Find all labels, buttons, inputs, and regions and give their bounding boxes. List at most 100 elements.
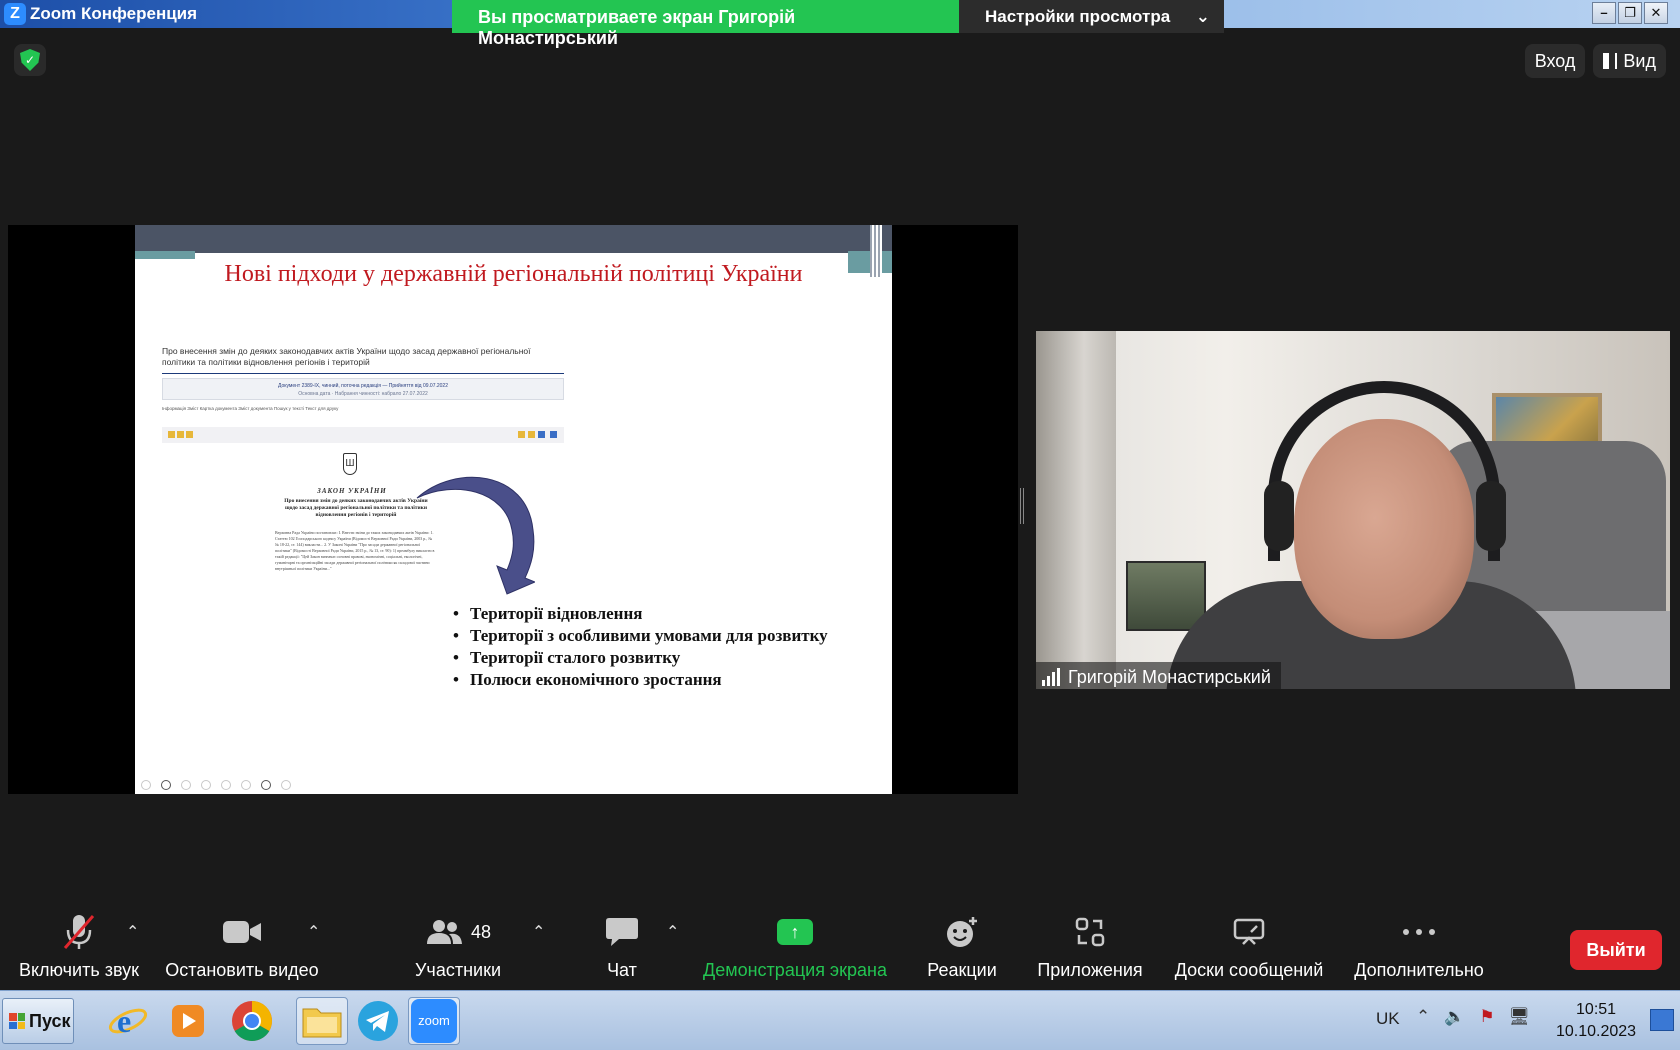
volume-muted-icon[interactable]: 🔈: [1444, 1007, 1465, 1027]
start-button[interactable]: Пуск: [2, 998, 74, 1044]
show-desktop-button[interactable]: [1650, 1009, 1674, 1031]
participants-count: 48: [470, 921, 492, 942]
chrome-icon[interactable]: [226, 997, 278, 1045]
zoom-app-icon: Z: [4, 3, 26, 25]
unmute-button[interactable]: Включить звук: [14, 912, 144, 981]
video-earcup-left: [1264, 481, 1294, 551]
panel-resize-handle[interactable]: [1020, 488, 1024, 524]
law-body-text: Верховна Рада України постановляє: І. Вн…: [275, 530, 435, 571]
windows-taskbar: Пуск e zoom UK ⌃ 🔈 ⚑ 🖥 10:51 10.10.2023: [0, 990, 1680, 1050]
participant-name-tag: Григорій Монастирський: [1036, 662, 1281, 689]
language-indicator[interactable]: UK: [1376, 1009, 1400, 1029]
system-tray: ⌃ 🔈 ⚑ 🖥: [1416, 1007, 1530, 1027]
more-button[interactable]: Дополнительно: [1350, 912, 1488, 981]
more-dots-icon: [1350, 912, 1488, 952]
participants-label: Участники: [415, 960, 501, 980]
video-options-caret-icon[interactable]: ⌃: [307, 922, 320, 942]
slide-bullet-list: Території відновлення Території з особли…: [453, 603, 843, 691]
share-screen-button[interactable]: ↑ Демонстрация экрана: [700, 912, 890, 981]
video-camera-icon: [162, 912, 322, 952]
leave-meeting-button[interactable]: Выйти: [1570, 930, 1662, 970]
prev-slide-icon[interactable]: [141, 780, 151, 790]
stop-video-button[interactable]: Остановить видео: [162, 912, 322, 981]
apps-icon: [1034, 912, 1146, 952]
telegram-icon[interactable]: [352, 997, 404, 1045]
stop-video-label: Остановить видео: [165, 960, 319, 980]
reactions-button[interactable]: Реакции: [924, 912, 1000, 981]
audio-options-caret-icon[interactable]: ⌃: [126, 922, 139, 942]
action-center-flag-icon[interactable]: ⚑: [1479, 1007, 1494, 1027]
document-info-box: Документ 2389-IX, чинний, поточна редакц…: [162, 378, 564, 400]
bullet-item: Території відновлення: [453, 603, 843, 625]
curved-arrow-icon: [416, 476, 535, 595]
windows-logo-icon: [9, 1013, 25, 1029]
video-earcup-right: [1476, 481, 1506, 551]
doc-tool-icon: [186, 431, 193, 438]
shield-check-icon: ✓: [20, 49, 40, 71]
chat-options-caret-icon[interactable]: ⌃: [666, 922, 679, 942]
subtitles-icon[interactable]: [241, 780, 251, 790]
share-screen-arrow-icon: ↑: [777, 919, 813, 945]
participant-video: [1036, 331, 1670, 689]
participants-button[interactable]: 48 Участники: [410, 912, 506, 981]
view-settings-dropdown[interactable]: Настройки просмотра ⌄: [959, 0, 1224, 33]
system-clock[interactable]: 10:51 10.10.2023: [1556, 999, 1636, 1043]
view-settings-label: Настройки просмотра: [985, 7, 1171, 26]
clock-time: 10:51: [1576, 1001, 1617, 1018]
doc-tool-icon: [177, 431, 184, 438]
law-subtitle: Про внесення змін до деяких законодавчих…: [284, 498, 428, 518]
media-player-icon[interactable]: [162, 997, 214, 1045]
network-icon[interactable]: 🖥: [1509, 1007, 1531, 1027]
participants-options-caret-icon[interactable]: ⌃: [532, 922, 545, 942]
add-reaction-icon: [924, 912, 1000, 952]
zoom-window: Z Zoom Конференция – ❐ ✕ Вы просматривае…: [0, 0, 1680, 1050]
internet-explorer-icon[interactable]: e: [102, 997, 154, 1045]
slides-overview-icon[interactable]: [201, 780, 211, 790]
reactions-label: Реакции: [927, 960, 997, 980]
enter-button[interactable]: Вход: [1524, 44, 1586, 78]
slide-header-band: [135, 225, 892, 253]
document-heading: Про внесення змін до деяких законодавчих…: [162, 346, 531, 367]
document-info-line1: Документ 2389-IX, чинний, поточна редакц…: [278, 383, 448, 389]
slideshow-controls: [141, 780, 291, 790]
presentation-slide: Нові підходи у державній регіональній по…: [135, 225, 892, 794]
zoom-taskbar-icon[interactable]: zoom: [408, 997, 460, 1045]
meeting-toolbar: Включить звук ⌃ Остановить видео ⌃ 48 Уч…: [0, 900, 1680, 990]
pen-icon[interactable]: [181, 780, 191, 790]
camera-icon[interactable]: [261, 780, 271, 790]
doc-tool-icon: [528, 431, 535, 438]
close-button[interactable]: ✕: [1644, 2, 1668, 24]
whiteboards-label: Доски сообщений: [1174, 960, 1324, 980]
bullet-item: Полюси економічного зростання: [453, 669, 843, 691]
apps-button[interactable]: Приложения: [1034, 912, 1146, 981]
chat-label: Чат: [607, 960, 637, 980]
coat-of-arms-icon: Ш: [343, 453, 357, 475]
chat-button[interactable]: Чат: [596, 912, 648, 981]
minimize-button[interactable]: –: [1592, 2, 1616, 24]
view-button[interactable]: Вид: [1593, 44, 1666, 78]
zoom-slide-icon[interactable]: [221, 780, 231, 790]
window-controls: – ❐ ✕: [1592, 2, 1668, 24]
next-slide-icon[interactable]: [161, 780, 171, 790]
screen-share-banner: Вы просматриваете экран Григорій Монасти…: [452, 0, 1224, 48]
unmute-label: Включить звук: [18, 960, 140, 980]
share-screen-label: Демонстрация экрана: [703, 960, 887, 980]
show-hidden-icons-icon[interactable]: ⌃: [1416, 1007, 1430, 1027]
participants-icon: [426, 920, 462, 944]
security-shield-button[interactable]: ✓: [14, 44, 46, 76]
whiteboards-button[interactable]: Доски сообщений: [1172, 912, 1326, 981]
document-divider: [162, 373, 564, 374]
window-title: Zoom Конференция: [30, 4, 198, 23]
search-icon: [538, 431, 545, 438]
more-options-icon[interactable]: [281, 780, 291, 790]
folder-icon[interactable]: [296, 997, 348, 1045]
chat-bubble-icon: [596, 912, 648, 952]
microphone-muted-icon: [14, 912, 144, 952]
enter-label: Вход: [1534, 50, 1576, 71]
restore-button[interactable]: ❐: [1618, 2, 1642, 24]
document-tabs: Інформація Зміст Картка документа Зміст …: [162, 406, 339, 411]
apps-label: Приложения: [1037, 960, 1143, 980]
shared-screen: Нові підходи у державній регіональній по…: [8, 225, 1018, 794]
slide-title: Нові підходи у державній регіональній по…: [224, 261, 803, 287]
doc-tool-icon: [168, 431, 175, 438]
